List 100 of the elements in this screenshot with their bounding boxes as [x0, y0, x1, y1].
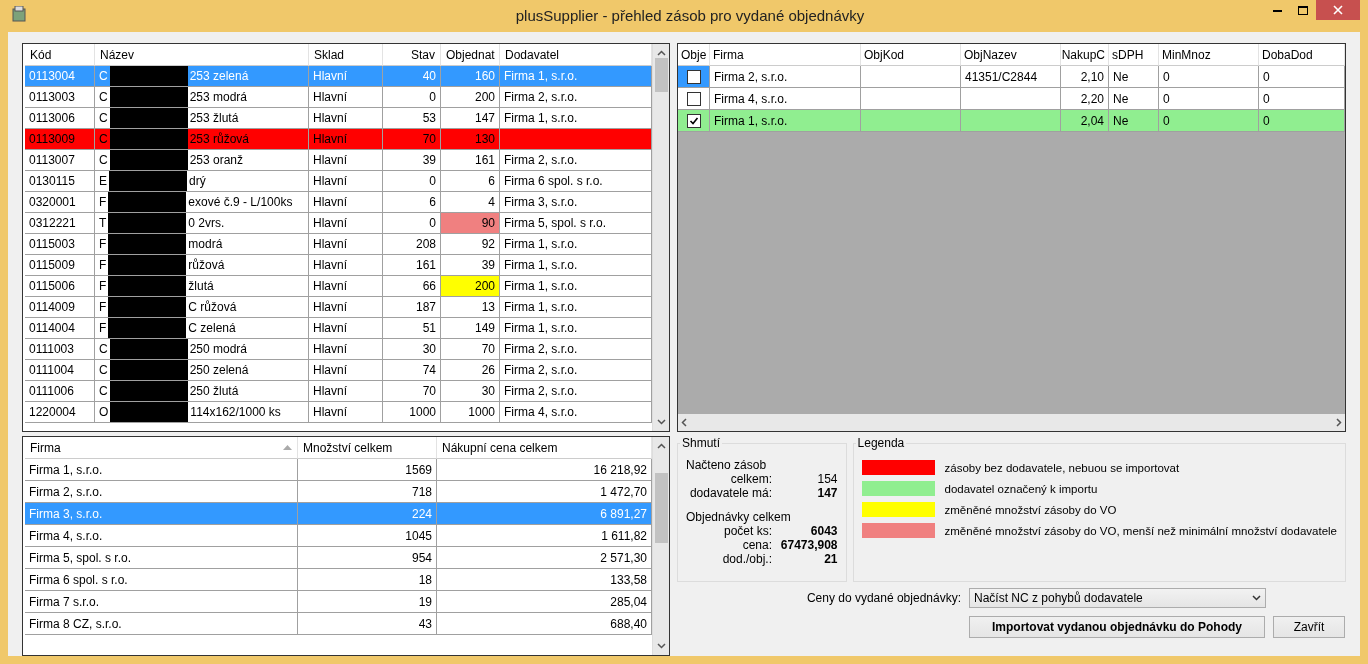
sort-arrow-icon	[283, 445, 292, 451]
column-header[interactable]: sDPH	[1109, 44, 1159, 66]
column-header[interactable]: Obje	[678, 44, 710, 66]
column-header[interactable]: DobaDod	[1259, 44, 1345, 66]
table-row[interactable]: Firma 4, s.r.o. 2,20 Ne 0 0	[678, 88, 1345, 110]
checkbox[interactable]	[686, 69, 701, 84]
name-fragment: 250 modrá	[188, 342, 249, 356]
column-header[interactable]: MinMnoz	[1159, 44, 1259, 66]
scroll-left-icon[interactable]	[681, 418, 687, 427]
name-fragment: C	[98, 153, 109, 167]
checkbox[interactable]	[686, 91, 701, 106]
column-header[interactable]: Sklad	[309, 44, 383, 66]
scroll-thumb[interactable]	[654, 473, 668, 544]
column-header[interactable]: Název	[95, 44, 309, 66]
table-cell: 13	[441, 297, 500, 318]
table-row[interactable]: Firma 6 spol. s r.o. 18 133,58	[25, 569, 652, 592]
checkbox-cell[interactable]	[678, 66, 710, 88]
scrollbar[interactable]	[652, 44, 669, 432]
column-header[interactable]: ObjNazev	[961, 44, 1061, 66]
app-icon	[12, 6, 26, 22]
table-row[interactable]: 1220004 O 114x162/1000 ks Hlavní 1000 1000 Firma 4, s.r.o.	[25, 402, 652, 423]
table-cell: Hlavní	[309, 339, 383, 360]
scroll-down-icon[interactable]	[656, 419, 666, 426]
scrollbar[interactable]	[678, 414, 1345, 431]
table-cell: Firma 1, s.r.o.	[25, 459, 298, 482]
close-icon	[1333, 5, 1343, 15]
table-cell: 149	[441, 318, 500, 339]
close-dialog-button[interactable]: Zavřít	[1273, 616, 1345, 638]
import-button[interactable]: Importovat vydanou objednávku do Pohody	[969, 616, 1265, 638]
table-cell: 30	[383, 339, 441, 360]
checkbox[interactable]	[686, 113, 701, 128]
column-header[interactable]: Firma	[25, 437, 298, 460]
table-cell: 90	[441, 213, 500, 234]
table-row[interactable]: 0111003 C 250 modrá Hlavní 30 70 Firma 2, s.r.o.	[25, 339, 652, 360]
table-cell: 6 891,27	[437, 503, 652, 526]
table-cell: 133,58	[437, 569, 652, 592]
table-row[interactable]: Firma 7 s.r.o. 19 285,04	[25, 591, 652, 614]
summary-label: počet ks:	[722, 524, 772, 538]
table-cell: Firma 3, s.r.o.	[25, 503, 298, 526]
table-cell: 70	[383, 129, 441, 150]
table-row[interactable]: Firma 8 CZ, s.r.o. 43 688,40	[25, 613, 652, 636]
table-cell: Hlavní	[309, 402, 383, 423]
table-row[interactable]: 0114009 F C růžová Hlavní 187 13 Firma 1, s.r.o.	[25, 297, 652, 318]
column-header[interactable]: Kód	[25, 44, 95, 66]
name-fragment: C	[98, 111, 109, 125]
table-row[interactable]: 0113007 C 253 oranž Hlavní 39 161 Firma 2, s.r.o.	[25, 150, 652, 171]
table-cell: 0113004	[25, 66, 95, 87]
table-cell: 16 218,92	[437, 459, 652, 482]
table-cell: Hlavní	[309, 213, 383, 234]
column-header[interactable]: Firma	[710, 44, 861, 66]
table-row[interactable]: Firma 1, s.r.o. 2,04 Ne 0 0	[678, 110, 1345, 132]
table-row[interactable]: 0312221 T 0 2vrs. Hlavní 0 90 Firma 5, spol. s r.o.	[25, 213, 652, 234]
column-header[interactable]: Nákupní cena celkem	[437, 437, 652, 460]
table-cell: Hlavní	[309, 297, 383, 318]
table-row[interactable]: 0115006 F žlutá Hlavní 66 200 Firma 1, s.r.o.	[25, 276, 652, 297]
table-cell: 0	[383, 87, 441, 108]
summary-label: cena:	[741, 538, 772, 552]
table-row[interactable]: 0115003 F modrá Hlavní 208 92 Firma 1, s.r.o.	[25, 234, 652, 255]
name-fragment: 0 2vrs.	[187, 216, 226, 230]
table-cell: 161	[441, 150, 500, 171]
scrollbar[interactable]	[652, 437, 669, 655]
column-header[interactable]: Objednat	[441, 44, 500, 66]
table-cell: 160	[441, 66, 500, 87]
name-fragment: F	[98, 300, 108, 314]
table-row[interactable]: 0320001 F exové č.9 - L/100ks Hlavní 6 4 Firma 3, s.r.o.	[25, 192, 652, 213]
table-cell: 0115009	[25, 255, 95, 276]
minimize-icon	[1272, 8, 1282, 12]
name-fragment: drý	[188, 174, 207, 188]
table-row[interactable]: 0111006 C 250 žlutá Hlavní 70 30 Firma 2, s.r.o.	[25, 381, 652, 402]
table-row[interactable]: 0113009 C 253 růžová Hlavní 70 130	[25, 129, 652, 150]
price-source-dropdown[interactable]: Načíst NC z pohybů dodavatele	[969, 588, 1266, 608]
table-row[interactable]: 0111004 C 250 zelená Hlavní 74 26 Firma 2, s.r.o.	[25, 360, 652, 381]
table-cell: 18	[298, 569, 437, 592]
table-row[interactable]: Firma 5, spol. s r.o. 954 2 571,30	[25, 547, 652, 570]
table-cell: Firma 6 spol. s r.o.	[25, 569, 298, 592]
column-header[interactable]: Stav	[383, 44, 441, 66]
table-row[interactable]: 0115009 F růžová Hlavní 161 39 Firma 1, s.r.o.	[25, 255, 652, 276]
section-heading: Objednávky celkem	[686, 510, 792, 524]
summary-value: 154	[816, 472, 838, 486]
name-fragment: C	[98, 90, 109, 104]
column-header[interactable]: Dodavatel	[500, 44, 652, 66]
group-title: Shmutí	[681, 436, 721, 450]
name-fragment: F	[98, 258, 108, 272]
table-row[interactable]: 0113003 C 253 modrá Hlavní 0 200 Firma 2, s.r.o.	[25, 87, 652, 108]
scroll-up-icon[interactable]	[656, 443, 666, 450]
scroll-thumb[interactable]	[654, 58, 668, 92]
column-header[interactable]: Množství celkem	[298, 437, 437, 460]
table-row[interactable]: 0130115 E drý Hlavní 0 6 Firma 6 spol. s r.o.	[25, 171, 652, 192]
scroll-down-icon[interactable]	[656, 643, 666, 649]
scroll-up-icon[interactable]	[656, 50, 666, 56]
column-header[interactable]: NakupC	[1061, 44, 1109, 66]
column-header[interactable]: ObjKod	[861, 44, 961, 66]
table-row[interactable]: Firma 1, s.r.o. 1569 16 218,92	[25, 459, 652, 482]
table-row[interactable]: Firma 4, s.r.o. 1045 1 611,82	[25, 525, 652, 548]
table-cell: 30	[441, 381, 500, 402]
scroll-right-icon[interactable]	[1336, 418, 1342, 427]
table-row[interactable]: 0114004 F C zelená Hlavní 51 149 Firma 1, s.r.o.	[25, 318, 652, 339]
table-cell: Hlavní	[309, 171, 383, 192]
table-row[interactable]: Firma 2, s.r.o. 41351/C2844 2,10 Ne 0 0	[678, 66, 1345, 88]
table-cell: Hlavní	[309, 129, 383, 150]
